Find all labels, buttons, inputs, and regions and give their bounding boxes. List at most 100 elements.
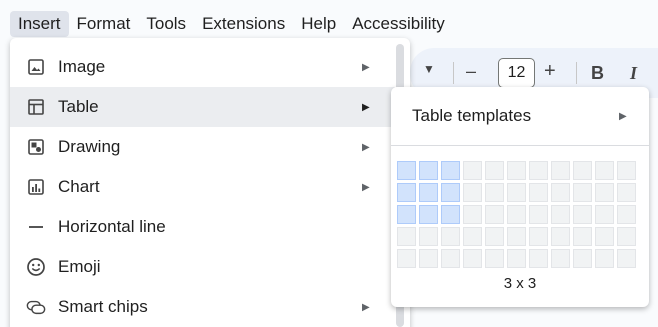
menu-item-table[interactable]: Table ▶ (10, 87, 395, 127)
table-grid-cell[interactable] (595, 161, 614, 180)
table-grid-cell[interactable] (463, 227, 482, 246)
menu-item-label: Horizontal line (58, 217, 166, 236)
submenu-arrow-icon: ▶ (362, 141, 370, 153)
table-grid-cell[interactable] (551, 183, 570, 202)
menu-insert[interactable]: Insert (10, 11, 69, 37)
table-grid-cell[interactable] (507, 183, 526, 202)
menu-divider (391, 145, 649, 146)
menu-item-drawing[interactable]: Drawing ▶ (10, 127, 395, 167)
table-grid-cell[interactable] (595, 205, 614, 224)
table-grid-cell[interactable] (441, 161, 460, 180)
table-grid-cell[interactable] (397, 161, 416, 180)
table-size-label: 3 x 3 (503, 275, 537, 292)
table-grid-cell[interactable] (419, 183, 438, 202)
menu-item-horizontal-line[interactable]: Horizontal line (10, 207, 395, 247)
table-grid-cell[interactable] (573, 183, 592, 202)
menu-item-label: Table templates (412, 106, 532, 125)
table-grid-cell[interactable] (617, 205, 636, 224)
menu-item-table-templates[interactable]: Table templates ▶ (391, 99, 649, 133)
table-grid-cell[interactable] (507, 249, 526, 268)
table-grid-cell[interactable] (617, 227, 636, 246)
toolbar-divider (453, 62, 454, 84)
table-grid-cell[interactable] (441, 227, 460, 246)
menu-item-label: Drawing (58, 137, 121, 156)
menu-bar: Insert Format Tools Extensions Help Acce… (10, 10, 453, 38)
table-grid-cell[interactable] (485, 249, 504, 268)
table-grid-cell[interactable] (463, 183, 482, 202)
table-grid-cell[interactable] (419, 227, 438, 246)
table-grid-cell[interactable] (397, 205, 416, 224)
table-grid-cell[interactable] (573, 249, 592, 268)
bold-button[interactable]: B (591, 63, 604, 84)
table-grid-cell[interactable] (595, 227, 614, 246)
image-icon (26, 57, 46, 77)
table-grid-cell[interactable] (617, 161, 636, 180)
menu-accessibility[interactable]: Accessibility (344, 11, 453, 37)
submenu-arrow-icon: ▶ (619, 110, 627, 122)
table-grid-cell[interactable] (419, 249, 438, 268)
menu-extensions[interactable]: Extensions (194, 11, 293, 37)
table-grid-cell[interactable] (529, 205, 548, 224)
font-size-dropdown-chevron-icon[interactable]: ▼ (423, 62, 435, 76)
horizontal-line-icon (26, 217, 46, 237)
table-icon (26, 97, 46, 117)
smart-chips-icon (26, 297, 46, 317)
table-grid-cell[interactable] (419, 161, 438, 180)
insert-menu-dropdown: Image ▶ Table ▶ Drawing ▶ Chart ▶ Horizo… (10, 38, 410, 327)
table-grid-cell[interactable] (595, 249, 614, 268)
italic-button[interactable]: I (630, 63, 637, 84)
table-grid-cell[interactable] (397, 183, 416, 202)
menu-item-label: Chart (58, 177, 100, 196)
menu-item-image[interactable]: Image ▶ (10, 47, 395, 87)
table-grid-cell[interactable] (529, 249, 548, 268)
table-grid-cell[interactable] (529, 227, 548, 246)
table-grid-cell[interactable] (507, 161, 526, 180)
submenu-arrow-icon: ▶ (362, 61, 370, 73)
menu-item-emoji[interactable]: Emoji (10, 247, 395, 287)
table-grid-cell[interactable] (507, 227, 526, 246)
submenu-arrow-icon: ▶ (362, 181, 370, 193)
table-grid-cell[interactable] (397, 249, 416, 268)
table-grid-cell[interactable] (573, 227, 592, 246)
decrease-font-size-button[interactable]: – (466, 61, 476, 82)
table-grid-cell[interactable] (617, 183, 636, 202)
table-grid-cell[interactable] (463, 205, 482, 224)
table-grid-cell[interactable] (595, 183, 614, 202)
menu-item-chart[interactable]: Chart ▶ (10, 167, 395, 207)
table-grid-cell[interactable] (551, 161, 570, 180)
table-grid-cell[interactable] (529, 161, 548, 180)
menu-item-label: Table (58, 97, 99, 116)
table-grid-cell[interactable] (551, 227, 570, 246)
menu-item-label: Emoji (58, 257, 101, 276)
table-grid-cell[interactable] (529, 183, 548, 202)
menu-item-label: Smart chips (58, 297, 148, 316)
increase-font-size-button[interactable]: + (544, 60, 556, 83)
table-grid-cell[interactable] (441, 183, 460, 202)
table-grid-cell[interactable] (397, 227, 416, 246)
menu-tools[interactable]: Tools (138, 11, 194, 37)
table-grid-cell[interactable] (463, 249, 482, 268)
table-size-grid[interactable] (397, 161, 636, 268)
table-grid-cell[interactable] (551, 249, 570, 268)
chart-icon (26, 177, 46, 197)
table-grid-cell[interactable] (573, 161, 592, 180)
table-grid-cell[interactable] (617, 249, 636, 268)
table-grid-cell[interactable] (551, 205, 570, 224)
table-grid-cell[interactable] (441, 205, 460, 224)
table-grid-cell[interactable] (463, 161, 482, 180)
submenu-arrow-icon: ▶ (362, 101, 370, 113)
table-grid-cell[interactable] (507, 205, 526, 224)
submenu-arrow-icon: ▶ (362, 301, 370, 313)
table-grid-cell[interactable] (485, 227, 504, 246)
menu-format[interactable]: Format (69, 11, 139, 37)
menu-help[interactable]: Help (293, 11, 344, 37)
table-grid-cell[interactable] (485, 161, 504, 180)
table-grid-cell[interactable] (485, 205, 504, 224)
table-grid-cell[interactable] (441, 249, 460, 268)
font-size-input[interactable]: 12 (498, 58, 535, 88)
menu-item-smart-chips[interactable]: Smart chips ▶ (10, 287, 395, 327)
emoji-icon (26, 257, 46, 277)
table-grid-cell[interactable] (485, 183, 504, 202)
table-grid-cell[interactable] (419, 205, 438, 224)
table-grid-cell[interactable] (573, 205, 592, 224)
